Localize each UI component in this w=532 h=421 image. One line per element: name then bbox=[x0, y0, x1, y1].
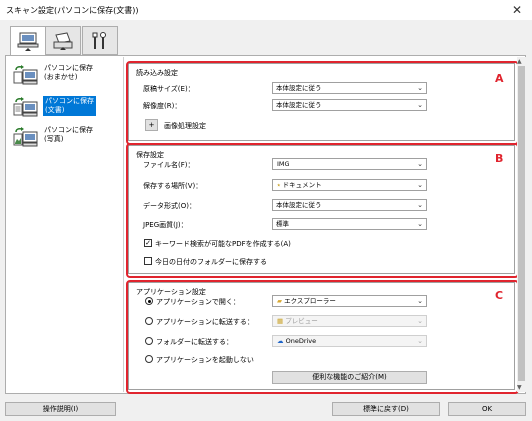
scroll-up-icon[interactable]: ▲ bbox=[517, 58, 522, 65]
tab-general-settings[interactable] bbox=[82, 26, 118, 55]
list-item-save-photo[interactable]: パソコンに保存 (写真) bbox=[7, 123, 124, 155]
save-photo-icon bbox=[13, 127, 38, 147]
list-item-label: パソコンに保存 bbox=[45, 97, 94, 105]
list-item-label: パソコンに保存 bbox=[44, 64, 93, 72]
marker-a: A bbox=[495, 72, 504, 85]
scanner-panel-icon bbox=[53, 31, 73, 50]
tab-scan-from-panel[interactable] bbox=[45, 26, 81, 55]
tools-icon bbox=[92, 31, 106, 49]
list-item-save-auto[interactable]: パソコンに保存 (おまかせ) bbox=[7, 61, 124, 93]
computer-scan-icon bbox=[17, 32, 39, 51]
window-title: スキャン設定(パソコンに保存(文書)) bbox=[6, 6, 139, 15]
title-bar: スキャン設定(パソコンに保存(文書)) ✕ bbox=[0, 0, 532, 20]
list-item-sublabel: (文書) bbox=[45, 106, 65, 114]
tab-scan-from-computer[interactable] bbox=[10, 26, 46, 56]
scan-type-list: パソコンに保存 (おまかせ) パソコンに保存 (文書) パソコンに保存 (写真) bbox=[7, 57, 124, 392]
list-item-sublabel: (おまかせ) bbox=[44, 73, 78, 81]
highlight-box-a bbox=[126, 61, 519, 145]
highlight-box-b bbox=[126, 143, 519, 278]
list-item-save-document[interactable]: パソコンに保存 (文書) bbox=[7, 93, 124, 125]
scrollbar-thumb[interactable] bbox=[518, 66, 525, 381]
vertical-scrollbar[interactable]: ▲ ▼ bbox=[517, 57, 526, 392]
restore-defaults-button[interactable]: 標準に戻す(D) bbox=[332, 402, 440, 416]
save-to-pc-icon bbox=[13, 65, 38, 85]
list-item-label: パソコンに保存 bbox=[44, 126, 93, 134]
instructions-button[interactable]: 操作説明(I) bbox=[5, 402, 116, 416]
scroll-down-icon[interactable]: ▼ bbox=[517, 384, 522, 391]
list-item-sublabel: (写真) bbox=[44, 135, 64, 143]
highlight-box-c bbox=[126, 280, 519, 394]
ok-button[interactable]: OK bbox=[448, 402, 526, 416]
close-button[interactable]: ✕ bbox=[512, 3, 522, 17]
save-document-icon bbox=[13, 97, 38, 117]
marker-b: B bbox=[495, 152, 504, 165]
marker-c: C bbox=[495, 289, 504, 302]
